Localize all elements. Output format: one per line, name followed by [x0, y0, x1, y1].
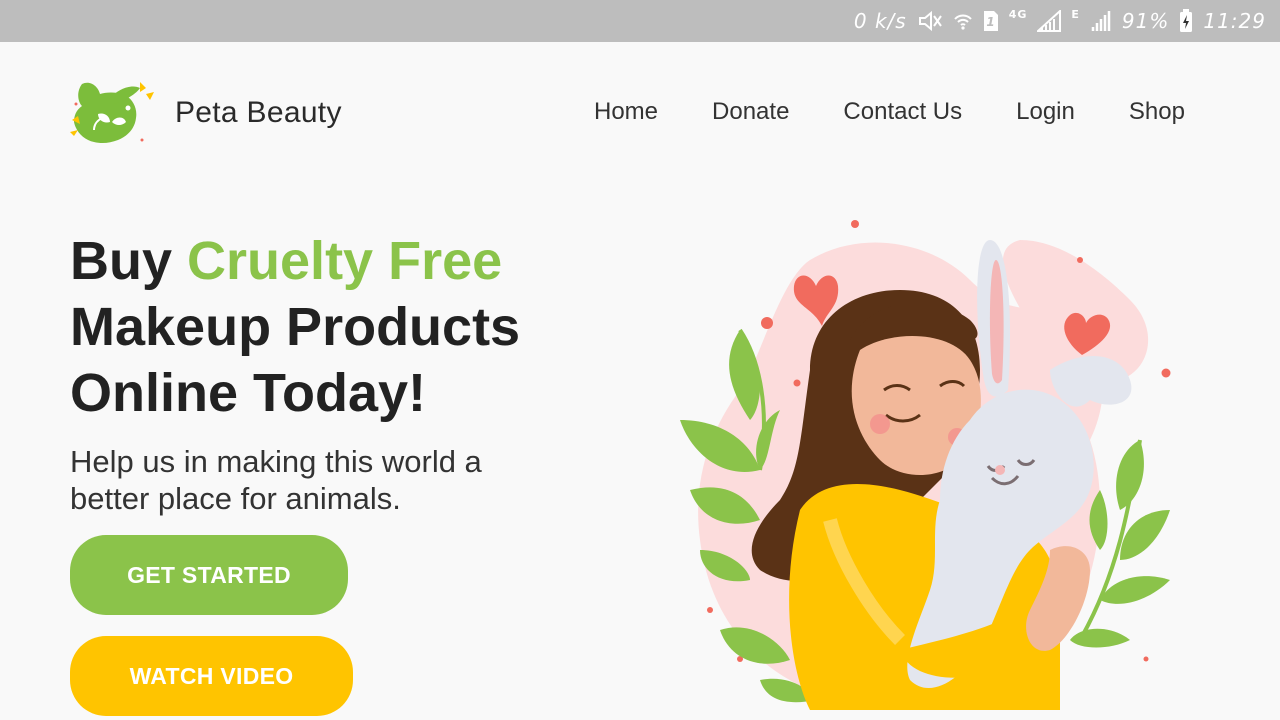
sim-icon: 1 [983, 10, 999, 32]
watch-video-button[interactable]: WATCH VIDEO [70, 636, 353, 716]
signal-icon-2 [1090, 10, 1112, 32]
brand-name[interactable]: Peta Beauty [175, 96, 342, 130]
main-nav: Home Donate Contact Us Login Shop [594, 98, 1185, 126]
wifi-icon [953, 11, 973, 31]
net-speed: 0 k/s [853, 9, 907, 33]
status-bar: 0 k/s 1 4G E 91% 11:29 [0, 0, 1280, 42]
signal-icon [1037, 10, 1062, 32]
get-started-button[interactable]: GET STARTED [70, 535, 348, 615]
nav-donate[interactable]: Donate [712, 98, 789, 126]
bunny-logo-icon[interactable] [68, 74, 158, 154]
sim-number: 1 [986, 15, 995, 29]
clock: 11:29 [1203, 9, 1266, 33]
nav-login[interactable]: Login [1016, 98, 1075, 126]
status-items: 0 k/s 1 4G E 91% 11:29 [854, 0, 1266, 42]
nav-home[interactable]: Home [594, 98, 658, 126]
nav-shop[interactable]: Shop [1129, 98, 1185, 126]
hero-title-part1: Buy [70, 231, 188, 291]
battery-percent: 91% [1121, 9, 1170, 33]
hero-illustration [670, 210, 1190, 720]
hero-title: Buy Cruelty Free Makeup Products Online T… [70, 228, 630, 426]
hero-title-part2: Makeup Products Online Today! [70, 297, 521, 423]
battery-charging-icon [1179, 9, 1193, 33]
nav-contact-us[interactable]: Contact Us [843, 98, 962, 126]
hero-subtitle: Help us in making this world a better pl… [70, 444, 482, 516]
hero-title-accent: Cruelty Free [187, 231, 503, 291]
network-e: E [1071, 7, 1080, 21]
mute-icon [917, 10, 943, 32]
network-4g: 4G [1008, 7, 1028, 21]
